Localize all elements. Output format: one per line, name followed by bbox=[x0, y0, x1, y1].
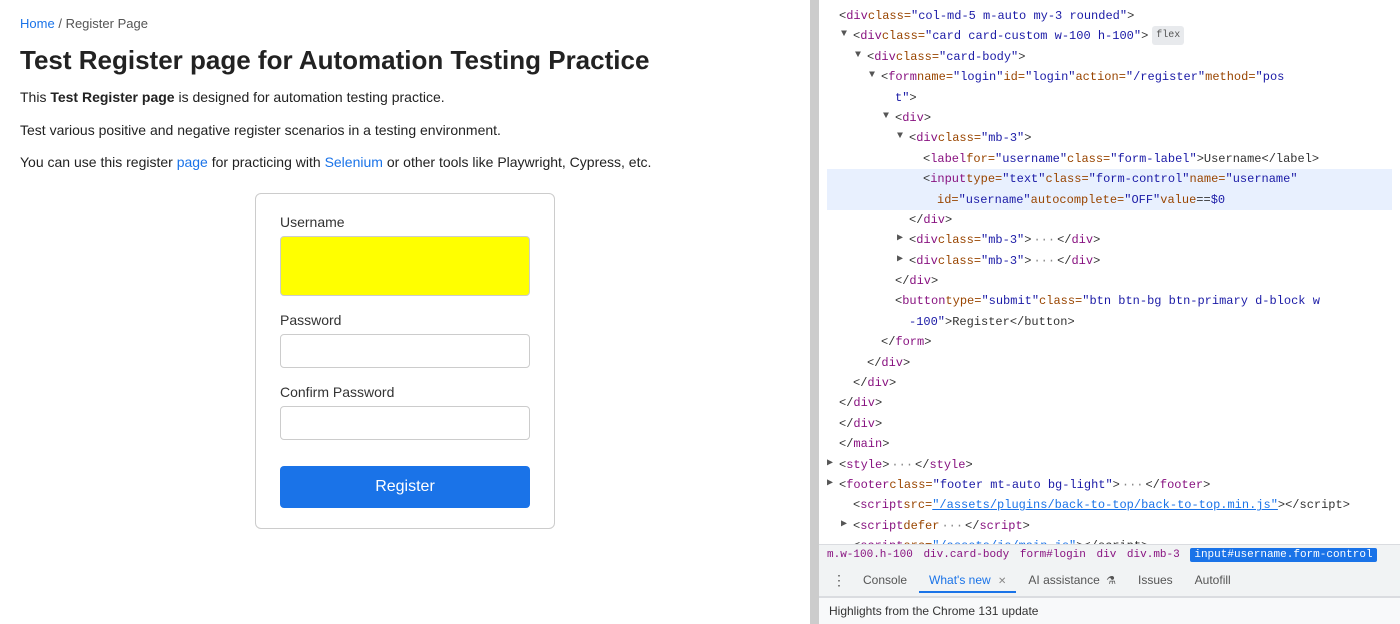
left-panel: Home / Register Page Test Register page … bbox=[0, 0, 810, 624]
page-description-3: You can use this register page for pract… bbox=[20, 151, 790, 173]
password-label: Password bbox=[280, 312, 530, 328]
username-group: Username bbox=[280, 214, 530, 296]
desc-text-2: is designed for automation testing pract… bbox=[175, 89, 445, 105]
html-line: <script src="/assets/js/main.js"></scrip… bbox=[827, 536, 1392, 544]
html-line: </div> bbox=[827, 373, 1392, 393]
html-line: <button type="submit" class="btn btn-bg … bbox=[827, 291, 1392, 311]
breadcrumb-current: Register Page bbox=[66, 16, 148, 31]
html-line: </div> bbox=[827, 210, 1392, 230]
triangle-icon[interactable] bbox=[869, 67, 881, 84]
confirm-password-label: Confirm Password bbox=[280, 384, 530, 400]
html-line: </div> bbox=[827, 353, 1392, 373]
html-line: <div class="mb-3"> ··· </div> bbox=[827, 251, 1392, 271]
html-line: <form name="login" id="login" action="/r… bbox=[827, 67, 1392, 87]
bc-tag-5[interactable]: div.mb-3 bbox=[1127, 549, 1180, 561]
desc3-after: or other tools like Playwright, Cypress,… bbox=[383, 154, 651, 170]
username-input[interactable] bbox=[280, 236, 530, 296]
page-title: Test Register page for Automation Testin… bbox=[20, 45, 790, 76]
tab-issues[interactable]: Issues bbox=[1128, 569, 1183, 593]
desc3-page-link[interactable]: page bbox=[177, 154, 208, 170]
html-line: <footer class="footer mt-auto bg-light">… bbox=[827, 475, 1392, 495]
confirm-password-group: Confirm Password bbox=[280, 384, 530, 440]
tab-console[interactable]: Console bbox=[853, 569, 917, 593]
bc-tag-selected[interactable]: input#username.form-control bbox=[1190, 548, 1376, 562]
html-line: <div class="card card-custom w-100 h-100… bbox=[827, 26, 1392, 46]
tab-whats-new-close[interactable]: ✕ bbox=[998, 576, 1006, 587]
triangle-icon[interactable] bbox=[841, 516, 853, 533]
html-line: <label for="username" class="form-label"… bbox=[827, 149, 1392, 169]
highlights-message: Highlights from the Chrome 131 update bbox=[829, 604, 1038, 618]
html-line: <script defer ··· </script> bbox=[827, 516, 1392, 536]
bc-tag-2[interactable]: div.card-body bbox=[923, 549, 1009, 561]
breadcrumb-home-link[interactable]: Home bbox=[20, 16, 55, 31]
bc-tag-4[interactable]: div bbox=[1097, 549, 1117, 561]
devtools-breadcrumb-bar: m.w-100.h-100 div.card-body form#login d… bbox=[819, 544, 1400, 565]
triangle-icon[interactable] bbox=[897, 128, 909, 145]
password-group: Password bbox=[280, 312, 530, 368]
html-line: </div> bbox=[827, 414, 1392, 434]
tab-ai-assistance[interactable]: AI assistance ⚗ bbox=[1018, 569, 1126, 593]
html-line: <div class="mb-3"> bbox=[827, 128, 1392, 148]
username-label: Username bbox=[280, 214, 530, 230]
devtools-bottom-bar: Highlights from the Chrome 131 update bbox=[819, 597, 1400, 624]
devtools-html-tree: <div class="col-md-5 m-auto my-3 rounded… bbox=[819, 0, 1400, 544]
triangle-icon[interactable] bbox=[883, 108, 895, 125]
devtools-tab-bar: ⋮ Console What's new ✕ AI assistance ⚗ I… bbox=[819, 565, 1400, 597]
html-line: -100">Register</button> bbox=[827, 312, 1392, 332]
page-description-1: This Test Register page is designed for … bbox=[20, 86, 790, 108]
triangle-icon[interactable] bbox=[897, 230, 909, 247]
password-input[interactable] bbox=[280, 334, 530, 368]
desc3-selenium-link[interactable]: Selenium bbox=[325, 154, 383, 170]
confirm-password-input[interactable] bbox=[280, 406, 530, 440]
html-line: <div class="card-body"> bbox=[827, 47, 1392, 67]
desc-bold: Test Register page bbox=[50, 89, 174, 105]
html-line: <style> ··· </style> bbox=[827, 455, 1392, 475]
triangle-icon[interactable] bbox=[827, 455, 839, 472]
register-form-container: Username Password Confirm Password Regis… bbox=[255, 193, 555, 529]
html-line-highlighted-cont: id="username" autocomplete="OFF" value =… bbox=[827, 190, 1392, 210]
page-description-2: Test various positive and negative regis… bbox=[20, 119, 790, 141]
bc-tag-1[interactable]: m.w-100.h-100 bbox=[827, 549, 913, 561]
triangle-icon[interactable] bbox=[841, 26, 853, 43]
breadcrumb: Home / Register Page bbox=[20, 16, 790, 31]
register-button[interactable]: Register bbox=[280, 466, 530, 508]
html-line: </main> bbox=[827, 434, 1392, 454]
html-line: <div> bbox=[827, 108, 1392, 128]
devtools-panel: <div class="col-md-5 m-auto my-3 rounded… bbox=[818, 0, 1400, 624]
html-line: </div> bbox=[827, 271, 1392, 291]
panel-divider[interactable] bbox=[810, 0, 818, 624]
desc-text-1: This bbox=[20, 89, 50, 105]
html-line: t"> bbox=[827, 88, 1392, 108]
html-line: <script src="/assets/plugins/back-to-top… bbox=[827, 495, 1392, 515]
breadcrumb-separator: / bbox=[58, 16, 65, 31]
html-line: <div class="mb-3"> ··· </div> bbox=[827, 230, 1392, 250]
html-line: <div class="col-md-5 m-auto my-3 rounded… bbox=[827, 6, 1392, 26]
desc3-before: You can use this register bbox=[20, 154, 177, 170]
devtools-menu-button[interactable]: ⋮ bbox=[827, 569, 851, 593]
triangle-icon[interactable] bbox=[897, 251, 909, 268]
flex-badge: flex bbox=[1152, 26, 1184, 45]
html-line: </div> bbox=[827, 393, 1392, 413]
tab-autofill[interactable]: Autofill bbox=[1185, 569, 1241, 593]
triangle-icon[interactable] bbox=[827, 475, 839, 492]
html-line-highlighted[interactable]: <input type="text" class="form-control" … bbox=[827, 169, 1392, 189]
desc3-middle: for practicing with bbox=[208, 154, 325, 170]
triangle-icon[interactable] bbox=[855, 47, 867, 64]
tab-whats-new[interactable]: What's new ✕ bbox=[919, 569, 1016, 593]
bc-tag-3[interactable]: form#login bbox=[1020, 549, 1086, 561]
html-line: </form> bbox=[827, 332, 1392, 352]
